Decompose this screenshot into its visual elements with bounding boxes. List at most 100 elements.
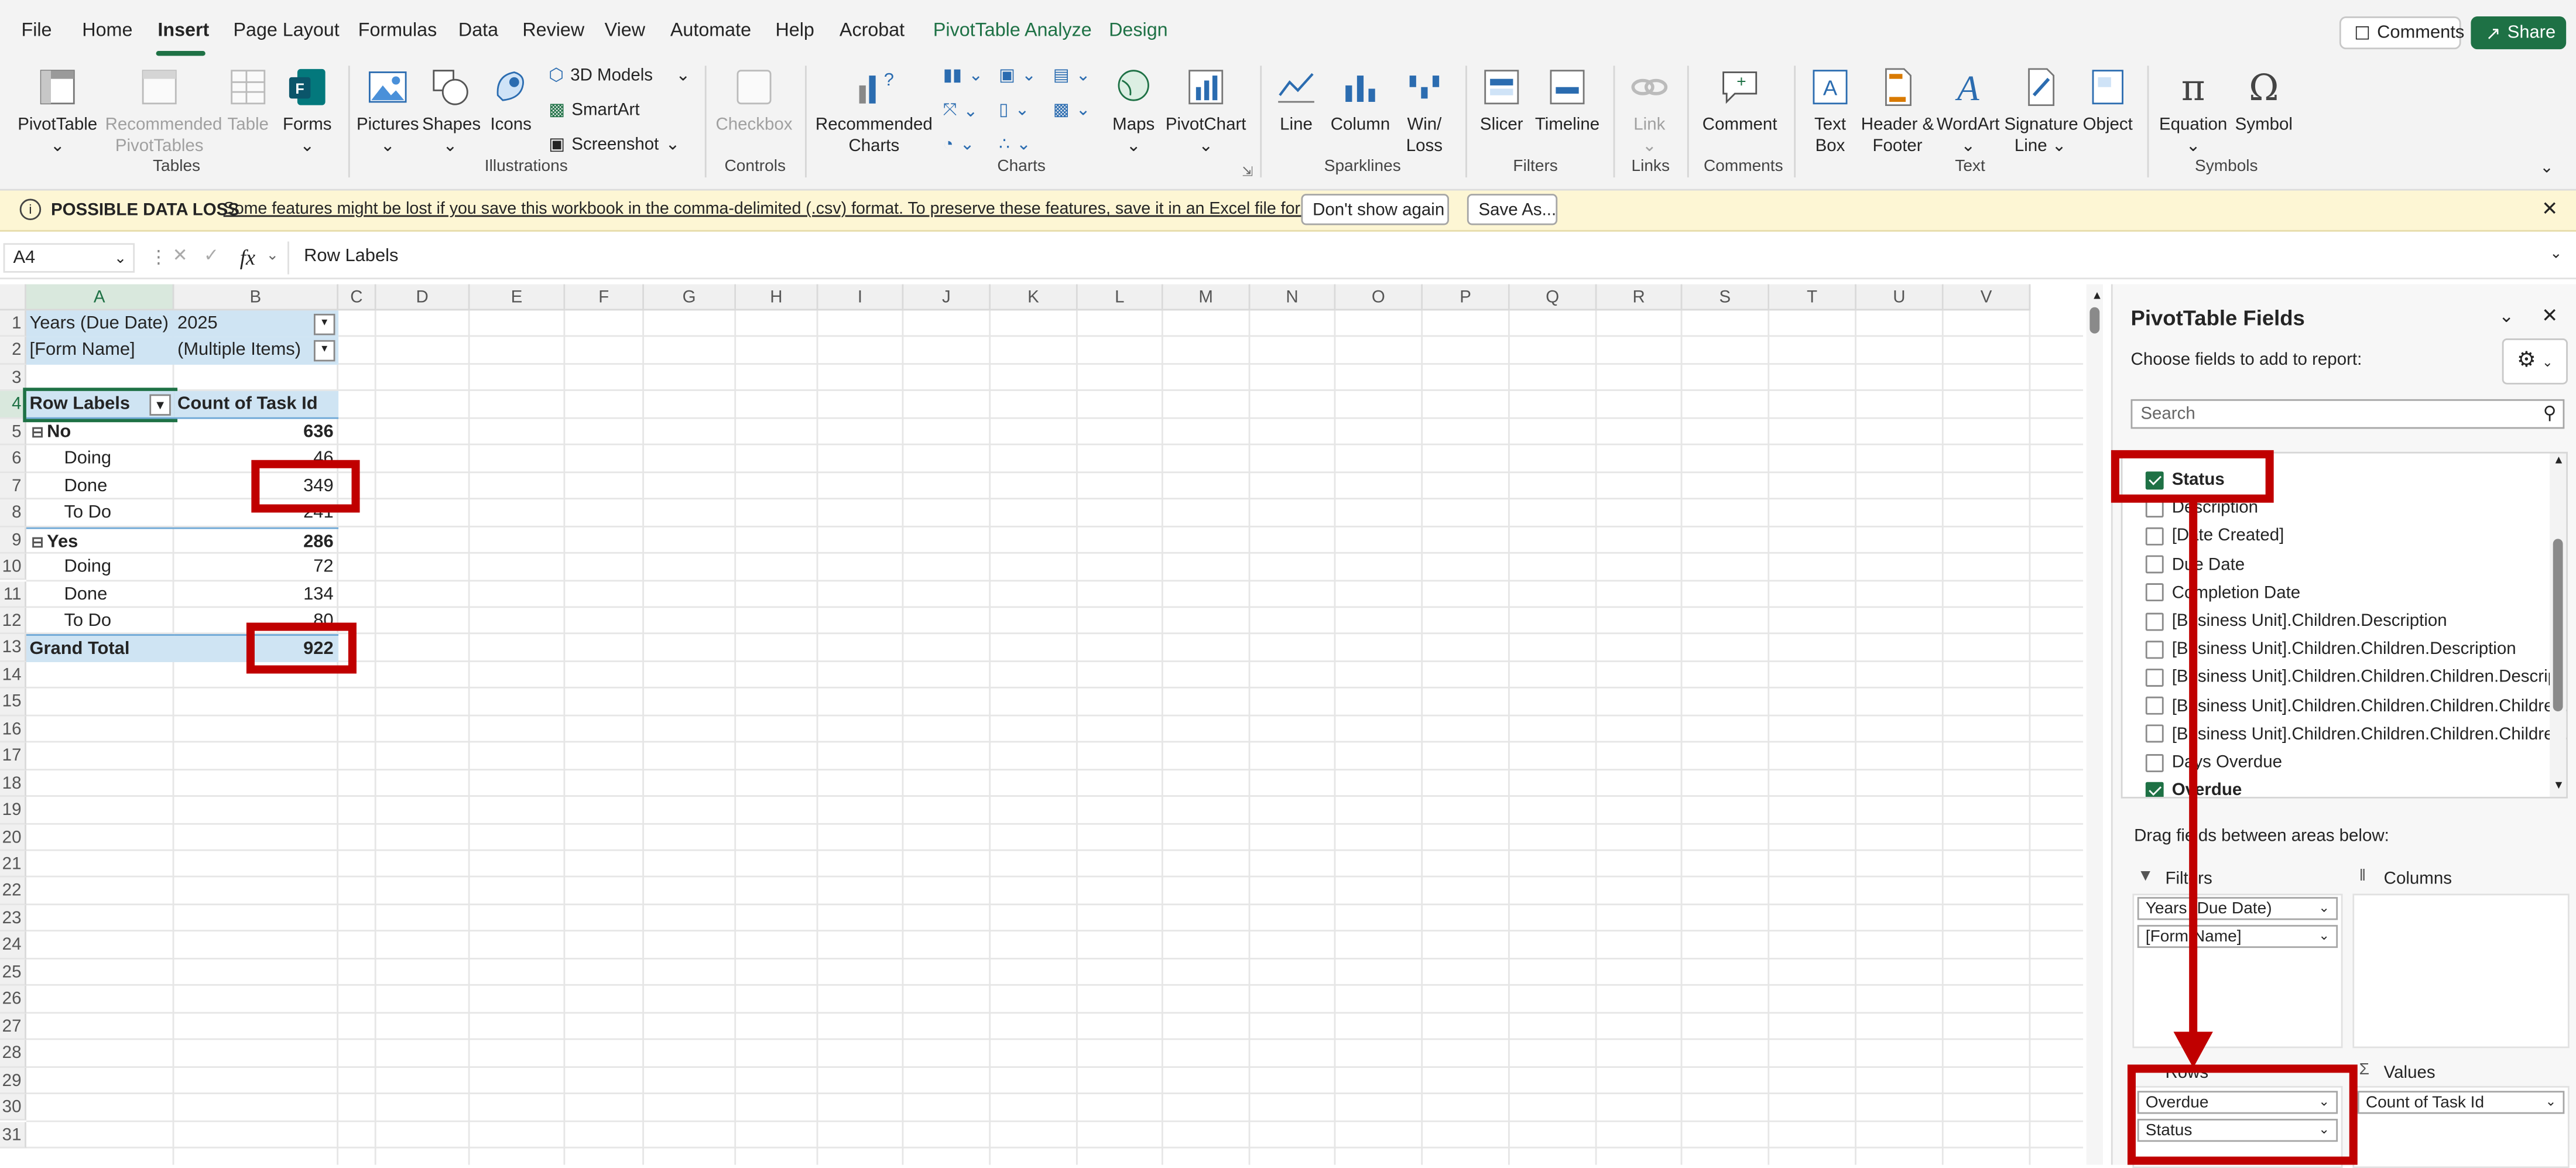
menu-home[interactable]: Home (82, 21, 132, 41)
row-header-15[interactable]: 15 (0, 689, 26, 716)
comment-button[interactable]: + Comment (1699, 66, 1781, 135)
insert-function-icon[interactable]: fx (240, 245, 255, 271)
combo-chart-dropdown[interactable]: ▩ ⌄ (1053, 100, 1091, 120)
pivottable-button[interactable]: PivotTable ⌄ (13, 66, 102, 156)
row-header-26[interactable]: 26 (0, 986, 26, 1013)
value-item-count-of-task-id[interactable]: Count of Task Id ⌄ (2357, 1091, 2565, 1114)
header-footer-button[interactable]: Header & Footer (1860, 66, 1936, 156)
maps-button[interactable]: Maps ⌄ (1111, 66, 1157, 156)
row-labels-filter-dropdown-icon[interactable]: ▾ (149, 395, 171, 416)
row-header-29[interactable]: 29 (0, 1067, 26, 1094)
column-header-r[interactable]: R (1597, 284, 1683, 311)
confirm-entry-icon[interactable]: ✓ (204, 245, 219, 266)
column-header-v[interactable]: V (1943, 284, 2031, 311)
column-header-e[interactable]: E (470, 284, 566, 311)
close-infobar-icon[interactable]: ✕ (2541, 197, 2558, 220)
checkbox[interactable] (2145, 584, 2164, 602)
3d-models-button[interactable]: ⬡ 3D Models ⌄ (549, 66, 690, 85)
column-header-o[interactable]: O (1335, 284, 1423, 311)
row-header-1[interactable]: 1 (0, 310, 26, 338)
cell-a13[interactable]: Grand Total (26, 635, 174, 662)
smartart-button[interactable]: ▩ SmartArt (549, 100, 639, 120)
row-header-21[interactable]: 21 (0, 851, 26, 878)
column-header-l[interactable]: L (1077, 284, 1163, 311)
recommended-charts-button[interactable]: ? Recommended Charts (815, 66, 933, 156)
column-header-c[interactable]: C (338, 284, 376, 311)
report-filter-icon[interactable]: ▼ (313, 341, 335, 362)
checkbox[interactable] (2145, 527, 2164, 546)
menu-page-layout[interactable]: Page Layout (233, 21, 339, 41)
row-header-7[interactable]: 7 (0, 472, 26, 500)
column-header-i[interactable]: I (818, 284, 904, 311)
cell-b10[interactable]: 72 (174, 554, 338, 581)
sparkline-winloss-button[interactable]: Win/ Loss (1400, 66, 1449, 156)
checkbox[interactable] (2145, 725, 2164, 744)
menu-file[interactable]: File (21, 21, 52, 41)
menu-pivottable-analyze[interactable]: PivotTable Analyze (933, 21, 1092, 41)
row-header-30[interactable]: 30 (0, 1094, 26, 1122)
field-list-scrollbar-thumb[interactable] (2553, 539, 2563, 712)
pie-chart-dropdown[interactable]: ◔ ⌄ (943, 135, 975, 155)
vertical-scrollbar[interactable]: ▲ (2086, 284, 2103, 1165)
menu-view[interactable]: View (605, 21, 645, 41)
checkbox[interactable] (2145, 612, 2164, 631)
row-header-11[interactable]: 11 (0, 580, 26, 608)
menu-design[interactable]: Design (1109, 21, 1167, 41)
row-header-10[interactable]: 10 (0, 553, 26, 581)
row-header-17[interactable]: 17 (0, 742, 26, 770)
row-header-2[interactable]: 2 (0, 337, 26, 365)
cell-a4[interactable]: Row Labels ▾ (23, 388, 178, 422)
cell-b5[interactable]: 636 (174, 419, 338, 446)
column-header-u[interactable]: U (1856, 284, 1944, 311)
checkbox[interactable] (2145, 640, 2164, 659)
column-header-f[interactable]: F (565, 284, 644, 311)
close-pane-icon[interactable]: ✕ (2541, 304, 2558, 327)
column-header-k[interactable]: K (991, 284, 1078, 311)
row-header-25[interactable]: 25 (0, 959, 26, 987)
row-header-13[interactable]: 13 (0, 635, 26, 662)
expand-formula-bar-icon[interactable]: ⌄ (2550, 245, 2562, 263)
cell-b4[interactable]: Count of Task Id (174, 391, 339, 419)
hierarchy-chart-dropdown[interactable]: ▣ ⌄ (999, 66, 1036, 85)
row-header-20[interactable]: 20 (0, 824, 26, 851)
name-box[interactable]: A4 ⌄ (3, 243, 135, 273)
menu-insert[interactable]: Insert (157, 21, 209, 41)
dont-show-again-button[interactable]: Don't show again (1301, 194, 1449, 225)
cell-a7[interactable]: Done (26, 472, 174, 499)
share-button[interactable]: ↗ Share (2471, 16, 2567, 50)
row-header-4[interactable]: 4 (0, 391, 26, 419)
checked-checkbox[interactable] (2145, 781, 2164, 797)
row-header-27[interactable]: 27 (0, 1013, 26, 1040)
row-header-31[interactable]: 31 (0, 1121, 26, 1149)
row-header-3[interactable]: 3 (0, 364, 26, 392)
scroll-up-icon[interactable]: ▲ (2091, 291, 2102, 303)
checkbox[interactable] (2145, 697, 2164, 715)
scatter-chart-dropdown[interactable]: ∴ ⌄ (999, 135, 1031, 155)
column-header-s[interactable]: S (1682, 284, 1770, 311)
row-header-5[interactable]: 5 (0, 418, 26, 446)
cell-a6[interactable]: Doing (26, 446, 174, 472)
row-header-18[interactable]: 18 (0, 770, 26, 797)
collapse-minus-icon[interactable]: ⊟ (31, 423, 43, 440)
line-chart-dropdown[interactable]: ⤧ ⌄ (943, 100, 978, 121)
field-search-input[interactable]: Search ⚲ (2130, 399, 2565, 429)
menu-review[interactable]: Review (522, 21, 584, 41)
icons-button[interactable]: Icons (487, 66, 536, 135)
pictures-button[interactable]: Pictures ⌄ (357, 66, 419, 156)
field-list-scroll-up-icon[interactable]: ▲ (2553, 455, 2564, 467)
sparkline-line-button[interactable]: Line (1272, 66, 1321, 135)
screenshot-button[interactable]: ▣ Screenshot ⌄ (549, 135, 680, 155)
column-header-m[interactable]: M (1163, 284, 1251, 311)
field-list-scrollbar[interactable]: ▲ ▼ (2550, 453, 2567, 797)
row-header-14[interactable]: 14 (0, 662, 26, 689)
column-header-d[interactable]: D (376, 284, 470, 311)
row-header-12[interactable]: 12 (0, 608, 26, 635)
checkbox[interactable] (2145, 555, 2164, 574)
select-all-corner[interactable] (0, 284, 26, 311)
cell-a10[interactable]: Doing (26, 554, 174, 581)
row-header-19[interactable]: 19 (0, 797, 26, 824)
row-header-22[interactable]: 22 (0, 878, 26, 905)
timeline-button[interactable]: Timeline (1534, 66, 1600, 135)
cell-b11[interactable]: 134 (174, 581, 338, 608)
comments-button[interactable]: ☐ Comments (2339, 16, 2464, 50)
